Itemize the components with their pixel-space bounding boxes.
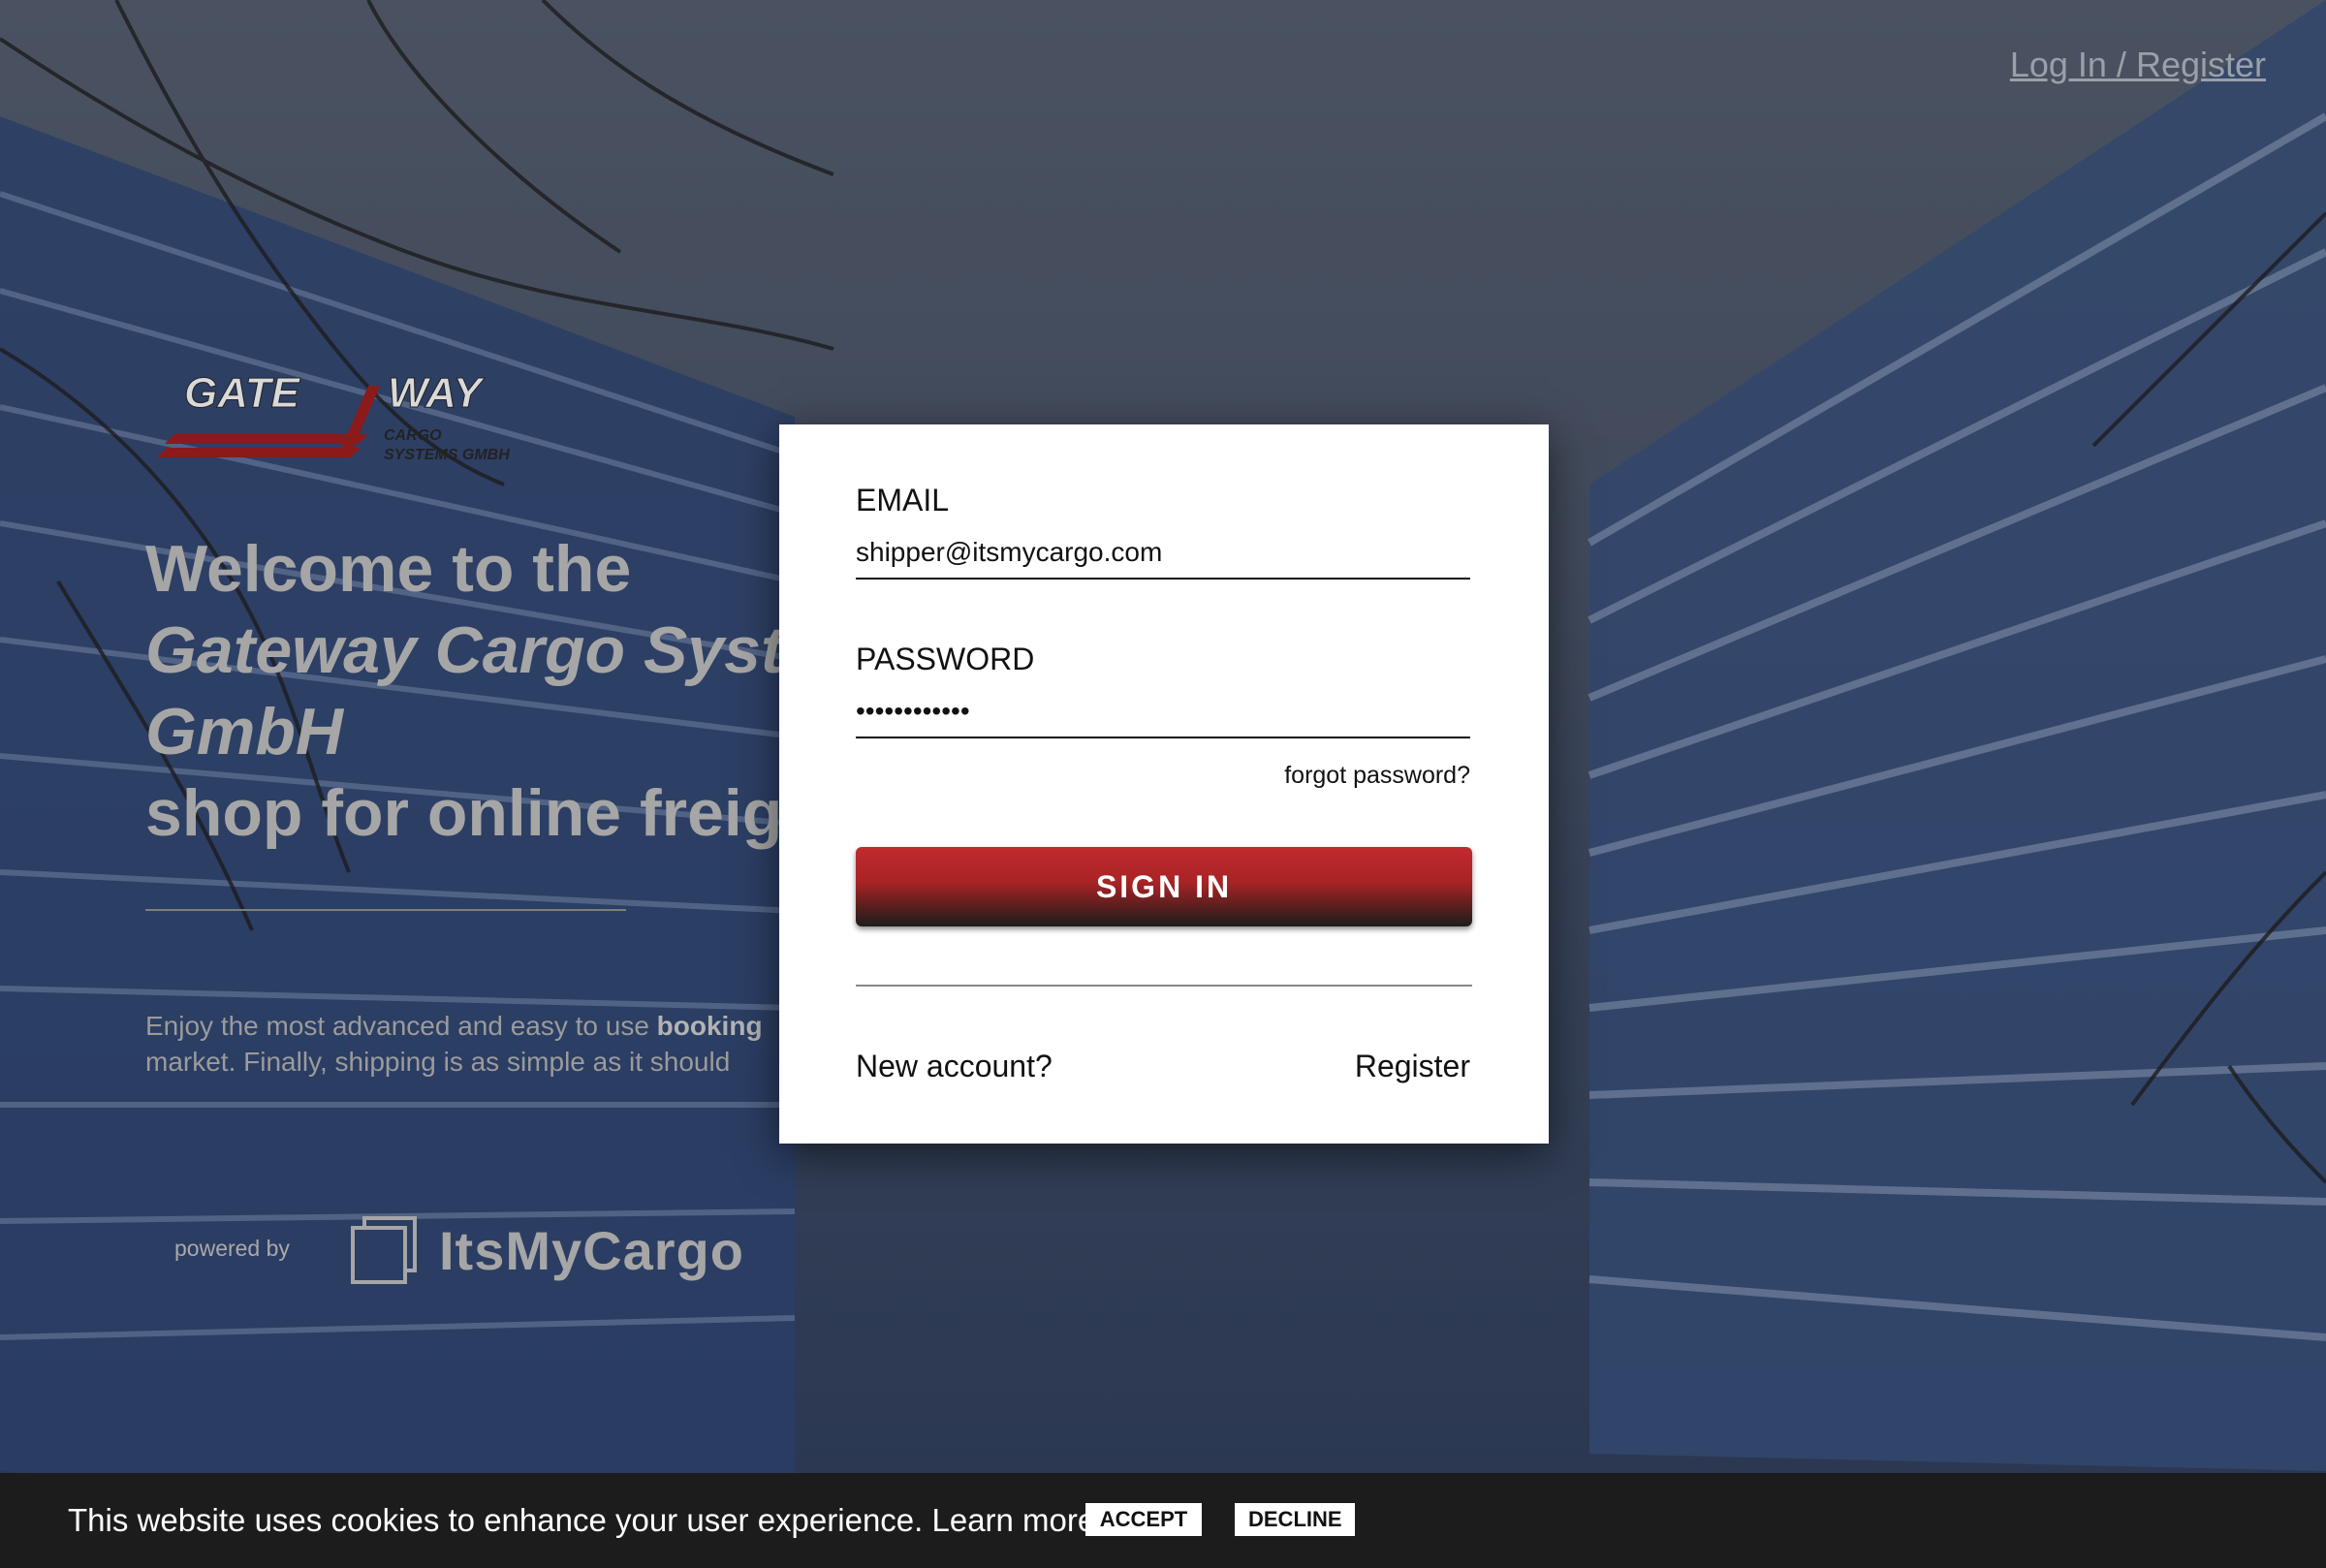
password-field[interactable]	[856, 686, 1470, 738]
logo-word-way: WAY	[388, 369, 486, 417]
password-label: PASSWORD	[856, 642, 1035, 676]
cookie-message: This website uses cookies to enhance you…	[68, 1502, 1096, 1538]
welcome-line-3: GmbH	[145, 695, 343, 768]
new-account-label: New account?	[856, 1049, 1053, 1083]
tagline-bold: booking	[656, 1011, 763, 1041]
logo-word-gate: GATE	[184, 369, 301, 417]
sign-in-button[interactable]: SIGN IN	[856, 847, 1472, 926]
welcome-line-1: Welcome to the	[145, 532, 632, 606]
register-link[interactable]: Register	[1355, 1049, 1470, 1084]
tagline: Enjoy the most advanced and easy to use …	[145, 1008, 785, 1080]
gateway-logo: GATE WAY CARGO SYSTEMS GMBH	[145, 366, 533, 478]
login-card: EMAIL PASSWORD forgot password? SIGN IN …	[779, 424, 1549, 1144]
tagline-prefix: Enjoy the most advanced and easy to use	[145, 1011, 657, 1041]
powered-by-label: powered by	[174, 1236, 290, 1261]
card-divider	[856, 985, 1472, 987]
welcome-line-2: Gateway Cargo Systems	[145, 613, 785, 687]
cookie-banner: This website uses cookies to enhance you…	[0, 1473, 2326, 1568]
email-field[interactable]	[856, 527, 1470, 580]
logo-sub-systems: SYSTEMS GMBH	[384, 447, 510, 463]
logo-sub-cargo: CARGO	[384, 427, 442, 444]
welcome-divider	[145, 909, 626, 911]
itsmycargo-wordmark: ItsMyCargo	[439, 1220, 744, 1281]
tagline-line-2: market. Finally, shipping is as simple a…	[145, 1047, 731, 1077]
welcome-line-4: shop for online freight	[145, 776, 785, 850]
email-label: EMAIL	[856, 483, 950, 517]
cookie-accept-button[interactable]: ACCEPT	[1085, 1503, 1202, 1536]
login-register-link[interactable]: Log In / Register	[2010, 45, 2266, 85]
cookie-decline-button[interactable]: DECLINE	[1235, 1503, 1355, 1536]
forgot-password-link[interactable]: forgot password?	[1284, 762, 1470, 790]
welcome-heading: Welcome to the Gateway Cargo Systems Gmb…	[145, 528, 785, 854]
